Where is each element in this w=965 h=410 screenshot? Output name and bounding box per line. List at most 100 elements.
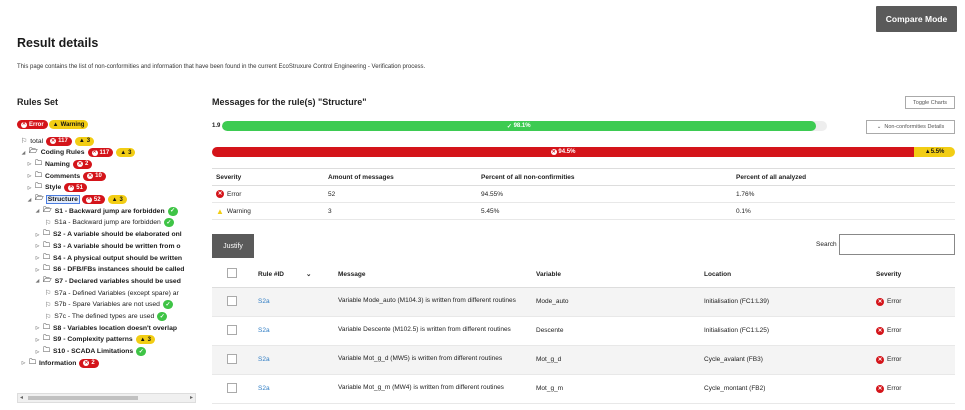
expand-caret-icon[interactable]: ▷	[27, 173, 32, 179]
expand-caret-icon[interactable]: ▷	[35, 325, 40, 331]
table-row[interactable]: S2a Variable Descente (M102.5) is written…	[212, 316, 955, 346]
tree-item[interactable]: ◢ 🗁 S1 - Backward jump are forbidden ✓	[35, 206, 178, 216]
expand-caret-icon[interactable]: ▷	[35, 349, 40, 355]
tree-item-label[interactable]: S1a - Backward jump are forbidden	[54, 219, 161, 226]
rules-tree[interactable]: ⚐ total ✕ 117 ▲ 3 ◢ 🗁 Coding Rules ✕ 117 ▲ 3 ▷ 🗀 Naming…	[17, 136, 197, 391]
header-variable[interactable]: Variable	[530, 262, 698, 288]
tree-item[interactable]: ▷ 🗀 S10 - SCADA Limitations ✓	[35, 347, 147, 357]
tree-item-label[interactable]: S10 - SCADA Limitations	[53, 348, 133, 355]
tree-item[interactable]: ▷ 🗀 S3 - A variable should be written from…	[35, 241, 181, 251]
row-checkbox[interactable]	[227, 382, 237, 393]
table-row[interactable]: S2a Variable Mode_auto (M104.3) is writte…	[212, 287, 955, 317]
variable-cell: Descente	[530, 316, 698, 346]
row-checkbox[interactable]	[227, 295, 237, 306]
expand-caret-icon[interactable]: ▷	[21, 360, 26, 366]
warning-icon: ▲	[52, 121, 59, 128]
tree-item-label[interactable]: S7a - Defined Variables (except spare) a…	[54, 290, 179, 297]
expand-caret-icon[interactable]: ▷	[35, 243, 40, 249]
rule-id-link[interactable]: S2a	[258, 327, 270, 334]
tree-item[interactable]: ⚐ S7a - Defined Variables (except spare) …	[45, 288, 179, 298]
tree-item[interactable]: ◢ 🗁 S7 - Declared variables should be used	[35, 276, 181, 286]
expand-caret-icon[interactable]: ▷	[27, 185, 32, 191]
rule-id-link[interactable]: S2a	[258, 356, 270, 363]
error-count-badge: ✕ 52	[81, 195, 105, 204]
summary-pct-nc: 5.45%	[477, 202, 732, 220]
message-cell: Variable Descente (M102.5) is written fr…	[332, 316, 530, 346]
tree-item[interactable]: ▷ 🗀 S8 - Variables location doesn't overla…	[35, 323, 177, 333]
header-message[interactable]: Message	[332, 262, 530, 288]
scrollbar-thumb[interactable]	[28, 396, 138, 400]
tree-item[interactable]: ▷ 🗀 S9 - Complexity patterns ▲ 3	[35, 335, 155, 345]
toggle-charts-button[interactable]: Toggle Charts	[905, 96, 955, 109]
expand-caret-icon[interactable]: ▷	[35, 232, 40, 238]
tree-item-label[interactable]: Comments	[45, 173, 80, 180]
table-row[interactable]: S2a Variable Mot_g_m (MW4) is written fro…	[212, 374, 955, 404]
header-severity[interactable]: Severity	[870, 262, 955, 288]
scroll-right-arrow-icon[interactable]: ▸	[190, 394, 193, 402]
tree-item-label[interactable]: S7c - The defined types are used	[54, 313, 154, 320]
scroll-left-arrow-icon[interactable]: ◂	[20, 394, 23, 402]
tree-item[interactable]: ⚐ S7b - Spare Variables are not used ✓	[45, 300, 173, 310]
warning-icon: ▲	[216, 206, 224, 216]
nonconformities-details-button[interactable]: ⌄ Non-conformities Details	[866, 120, 955, 134]
tree-item[interactable]: ▷ 🗀 S4 - A physical output should be writt…	[35, 253, 182, 263]
folder-icon: 🗀	[35, 183, 42, 191]
tree-item[interactable]: ▷ 🗀 Information ✕ 2	[21, 358, 99, 368]
tree-item[interactable]: ⚐ total ✕ 117 ▲ 3	[21, 136, 95, 146]
tree-item-label[interactable]: Information	[39, 360, 76, 367]
summary-row-error: ✕ Error 52 94.55% 1.76%	[212, 185, 955, 203]
tree-item[interactable]: ◢ 🗁 Structure ✕ 52 ▲ 3	[27, 195, 127, 205]
expand-caret-icon[interactable]: ▷	[27, 161, 32, 167]
collapse-caret-icon[interactable]: ◢	[35, 208, 40, 214]
header-location[interactable]: Location	[698, 262, 870, 288]
tree-item-label[interactable]: Coding Rules	[41, 149, 85, 156]
tree-item-label[interactable]: Naming	[45, 161, 70, 168]
tree-item[interactable]: ▷ 🗀 S6 - DFB/FBs instances should be calle…	[35, 265, 185, 275]
tree-item-label[interactable]: S7b - Spare Variables are not used	[54, 301, 160, 308]
search-input[interactable]	[839, 234, 955, 255]
select-all-checkbox[interactable]	[227, 268, 237, 279]
table-row[interactable]: S2a Variable Mot_g_d (MW5) is written fro…	[212, 345, 955, 375]
collapse-caret-icon[interactable]: ◢	[21, 150, 26, 156]
tree-item-label[interactable]: S7 - Declared variables should be used	[55, 278, 181, 285]
chevron-down-icon[interactable]: ⌄	[306, 271, 311, 278]
tree-item-label[interactable]: Structure	[45, 195, 80, 204]
tree-item-label[interactable]: S3 - A variable should be written from o	[53, 243, 181, 250]
expand-caret-icon[interactable]: ▷	[35, 255, 40, 261]
tree-item[interactable]: ▷ 🗀 S2 - A variable should be elaborated o…	[35, 230, 182, 240]
expand-caret-icon[interactable]: ▷	[35, 267, 40, 273]
tree-item-label[interactable]: S6 - DFB/FBs instances should be called	[53, 266, 184, 273]
tree-item[interactable]: ⚐ S7c - The defined types are used ✓	[45, 312, 168, 322]
tree-item[interactable]: ▷ 🗀 Naming ✕ 2	[27, 159, 93, 169]
folder-icon: 🗀	[43, 265, 50, 273]
summary-amount: 3	[324, 202, 477, 220]
legend-warning: ▲ Warning	[48, 120, 89, 129]
tree-item[interactable]: ⚐ S1a - Backward jump are forbidden ✓	[45, 218, 174, 228]
tree-horizontal-scrollbar[interactable]: ◂ ▸	[17, 393, 196, 403]
expand-caret-icon[interactable]: ▷	[35, 337, 40, 343]
tree-item-label[interactable]: S2 - A variable should be elaborated onl	[53, 231, 182, 238]
rule-id-link[interactable]: S2a	[258, 298, 270, 305]
summary-header-pct-nc: Percent of all non-confirmities	[477, 168, 732, 186]
page-description: This page contains the list of non-confo…	[17, 64, 426, 70]
compare-mode-button[interactable]: Compare Mode	[876, 6, 957, 32]
rule-id-link[interactable]: S2a	[258, 385, 270, 392]
collapse-caret-icon[interactable]: ◢	[35, 278, 40, 284]
tree-item-label[interactable]: S4 - A physical output should be written	[53, 255, 182, 262]
tree-item[interactable]: ▷ 🗀 Style ✕ 51	[27, 183, 87, 193]
row-checkbox[interactable]	[227, 324, 237, 335]
justify-button[interactable]: Justify	[212, 234, 254, 258]
tree-item[interactable]: ▷ 🗀 Comments ✕ 10	[27, 171, 106, 181]
header-rule-id[interactable]: Rule #ID ⌄	[252, 262, 332, 288]
severity-cell: Error	[887, 385, 902, 392]
collapse-caret-icon[interactable]: ◢	[27, 197, 32, 203]
tree-item-label[interactable]: S8 - Variables location doesn't overlap	[53, 325, 177, 332]
row-checkbox[interactable]	[227, 353, 237, 364]
severity-legend: ✕ Error ▲ Warning	[17, 120, 89, 129]
tree-item-label[interactable]: Style	[45, 184, 61, 191]
tree-item-label[interactable]: S1 - Backward jump are forbidden	[55, 208, 165, 215]
tree-item[interactable]: ◢ 🗁 Coding Rules ✕ 117 ▲ 3	[21, 148, 136, 158]
tree-item-label[interactable]: S9 - Complexity patterns	[53, 336, 133, 343]
folder-icon: 🗀	[43, 230, 50, 238]
tree-item-label[interactable]: total	[30, 138, 43, 145]
